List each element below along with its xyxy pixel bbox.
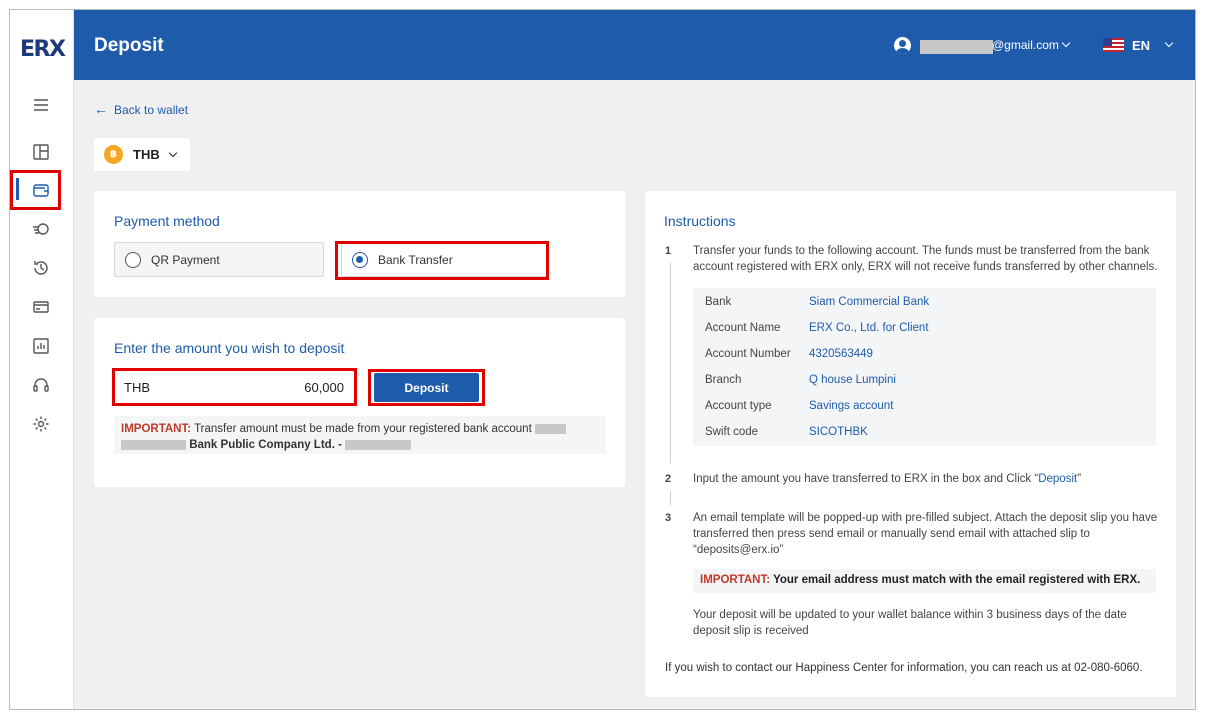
important-text: Your email address must match with the e… [773, 574, 1141, 586]
bank-details-table: Bank Siam Commercial Bank Account Name ERX… [693, 288, 1156, 446]
currency-code: THB [133, 147, 160, 162]
step-number: 2 [665, 473, 672, 485]
page-title: Deposit [94, 35, 164, 56]
instructions-card: Instructions 1 Transfer your funds to th… [645, 191, 1176, 697]
transfer-icon[interactable] [30, 218, 52, 240]
chevron-down-icon[interactable] [1061, 38, 1071, 48]
chevron-down-icon[interactable] [1164, 38, 1174, 48]
highlight-wallet-nav [10, 170, 61, 210]
update-note: Your deposit will be updated to your wal… [693, 609, 1127, 637]
back-to-wallet-link[interactable]: ← Back to wallet [94, 101, 188, 117]
bank-detail-row: Branch Q house Lumpini [705, 374, 896, 386]
detail-value: 4320563449 [809, 348, 873, 360]
dashboard-icon[interactable] [30, 141, 52, 163]
deposit-amount-card: Enter the amount you wish to deposit THB… [94, 318, 625, 487]
detail-value: Siam Commercial Bank [809, 296, 930, 308]
step-connector [670, 263, 671, 463]
step-connector [670, 491, 671, 505]
currency-selector[interactable]: ฿ THB [94, 138, 190, 171]
instructions-title: Instructions [664, 213, 736, 229]
redacted-text [121, 439, 186, 450]
highlight-bank-transfer [335, 241, 549, 280]
user-icon[interactable] [894, 37, 911, 54]
payment-method-title: Payment method [114, 213, 220, 229]
step-number: 1 [665, 245, 672, 257]
bank-detail-row: Account Number 4320563449 [705, 348, 873, 360]
detail-key: Account type [705, 400, 772, 412]
contact-note: If you wish to contact our Happiness Cen… [665, 662, 1143, 674]
redacted-text [345, 439, 412, 450]
detail-key: Bank [705, 296, 732, 308]
history-icon[interactable] [30, 257, 52, 279]
erx-logo[interactable]: ERX [20, 37, 66, 62]
payment-method-card: Payment method QR Payment Bank Transfer [94, 191, 625, 297]
step-2-text: Input the amount you have transferred to… [693, 471, 1158, 487]
step-1-text: Transfer your funds to the following acc… [693, 245, 1158, 273]
baht-coin-icon: ฿ [104, 145, 123, 164]
detail-value: SICOTHBK [809, 426, 868, 438]
step-number: 3 [665, 512, 672, 524]
redacted-text [534, 423, 566, 434]
radio-label: QR Payment [151, 252, 220, 267]
language-selector[interactable]: EN [1132, 38, 1150, 53]
detail-key: Swift code [705, 426, 759, 438]
us-flag-icon[interactable] [1103, 38, 1124, 52]
amount-title: Enter the amount you wish to deposit [114, 340, 345, 356]
radio-qr-payment[interactable]: QR Payment [114, 242, 324, 277]
deposit-link: Deposit [1038, 473, 1078, 485]
bank-name: Bank Public Company Ltd. - [189, 439, 342, 451]
detail-value: Savings account [809, 400, 894, 412]
detail-key: Branch [705, 374, 742, 386]
top-header: Deposit @gmail.com EN [74, 10, 1195, 80]
highlight-deposit-button [368, 369, 485, 406]
detail-key: Account Name [705, 322, 781, 334]
bank-detail-row: Account type Savings account [705, 400, 893, 412]
email-important-notice: IMPORTANT: Your email address must match… [693, 569, 1156, 593]
menu-icon[interactable] [30, 94, 52, 116]
highlight-amount-input [112, 368, 357, 406]
detail-value: ERX Co., Ltd. for Client [809, 322, 929, 334]
step-3-text: An email template will be popped-up with… [693, 512, 1158, 556]
card-icon[interactable] [30, 296, 52, 318]
detail-key: Account Number [705, 348, 791, 360]
step-2-text-after: ” [1077, 473, 1082, 485]
important-label: IMPORTANT: [121, 423, 192, 435]
report-icon[interactable] [30, 335, 52, 357]
chevron-down-icon [168, 148, 177, 157]
redacted-email [920, 40, 993, 54]
step-2-text-before: Input the amount you have transferred to… [693, 473, 1039, 485]
arrow-left-icon: ← [94, 101, 108, 117]
detail-value: Q house Lumpini [809, 374, 896, 386]
important-text: Transfer amount must be made from your r… [194, 423, 532, 435]
user-email[interactable]: @gmail.com [992, 38, 1059, 52]
back-label: Back to wallet [114, 103, 189, 117]
radio-button[interactable] [125, 251, 141, 268]
headset-icon[interactable] [30, 374, 52, 396]
important-notice: IMPORTANT: Transfer amount must be made … [114, 416, 606, 454]
app-frame: ERX Deposit @gmail.com EN ← Back to wall… [9, 9, 1196, 710]
important-label: IMPORTANT: [700, 574, 771, 586]
bank-detail-row: Bank Siam Commercial Bank [705, 296, 929, 308]
bank-detail-row: Account Name ERX Co., Ltd. for Client [705, 322, 929, 334]
sidebar: ERX [10, 10, 74, 709]
bank-detail-row: Swift code SICOTHBK [705, 426, 868, 438]
settings-icon[interactable] [30, 413, 52, 435]
